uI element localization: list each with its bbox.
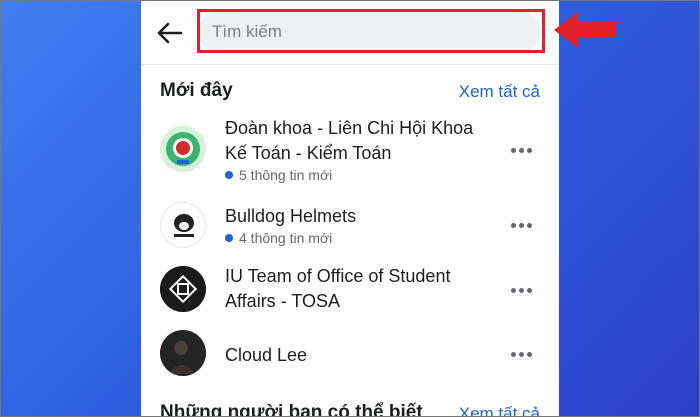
more-horizontal-icon[interactable] bbox=[511, 352, 533, 358]
item-meta: 4 thông tin mới bbox=[225, 230, 332, 246]
red-arrow-icon bbox=[554, 12, 616, 48]
unread-dot bbox=[225, 171, 233, 180]
recent-item[interactable]: Bulldog Helmets 4 thông tin mới bbox=[141, 202, 559, 252]
item-name: Cloud Lee bbox=[225, 345, 308, 365]
recent-item[interactable]: Đoàn khoa - Liên Chi Hội Khoa Kế Toán - … bbox=[141, 116, 559, 192]
item-name: IU Team of Office of Student Affairs - T… bbox=[225, 266, 451, 311]
search-input[interactable] bbox=[198, 12, 541, 52]
more-horizontal-icon[interactable] bbox=[511, 288, 533, 294]
recent-see-all-link[interactable]: Xem tất cả bbox=[459, 82, 540, 102]
back-arrow-icon[interactable] bbox=[155, 18, 185, 48]
search-topbar bbox=[141, 0, 559, 64]
avatar bbox=[160, 330, 206, 376]
more-horizontal-icon[interactable] bbox=[511, 223, 533, 229]
suggestions-section-title: Những người bạn có thể biết bbox=[160, 402, 423, 417]
unread-dot bbox=[225, 234, 233, 243]
item-meta: 5 thông tin mới bbox=[225, 167, 332, 183]
avatar bbox=[160, 266, 206, 312]
item-name: Đoàn khoa - Liên Chi Hội Khoa Kế Toán - … bbox=[225, 118, 474, 163]
avatar bbox=[160, 126, 206, 172]
item-meta-text: 4 thông tin mới bbox=[239, 230, 333, 246]
avatar bbox=[160, 202, 206, 248]
more-horizontal-icon[interactable] bbox=[511, 148, 533, 154]
search-panel: Mới đây Xem tất cả Đoàn khoa - Liên Chi … bbox=[141, 0, 559, 417]
item-meta-text: 5 thông tin mới bbox=[239, 167, 333, 183]
recent-section-title: Mới đây bbox=[160, 80, 233, 101]
divider bbox=[141, 64, 559, 65]
suggestions-see-all-link[interactable]: Xem tất cả bbox=[459, 404, 540, 417]
recent-item[interactable]: IU Team of Office of Student Affairs - T… bbox=[141, 264, 559, 316]
item-name: Bulldog Helmets bbox=[225, 206, 357, 226]
recent-item[interactable]: Cloud Lee bbox=[141, 330, 559, 380]
